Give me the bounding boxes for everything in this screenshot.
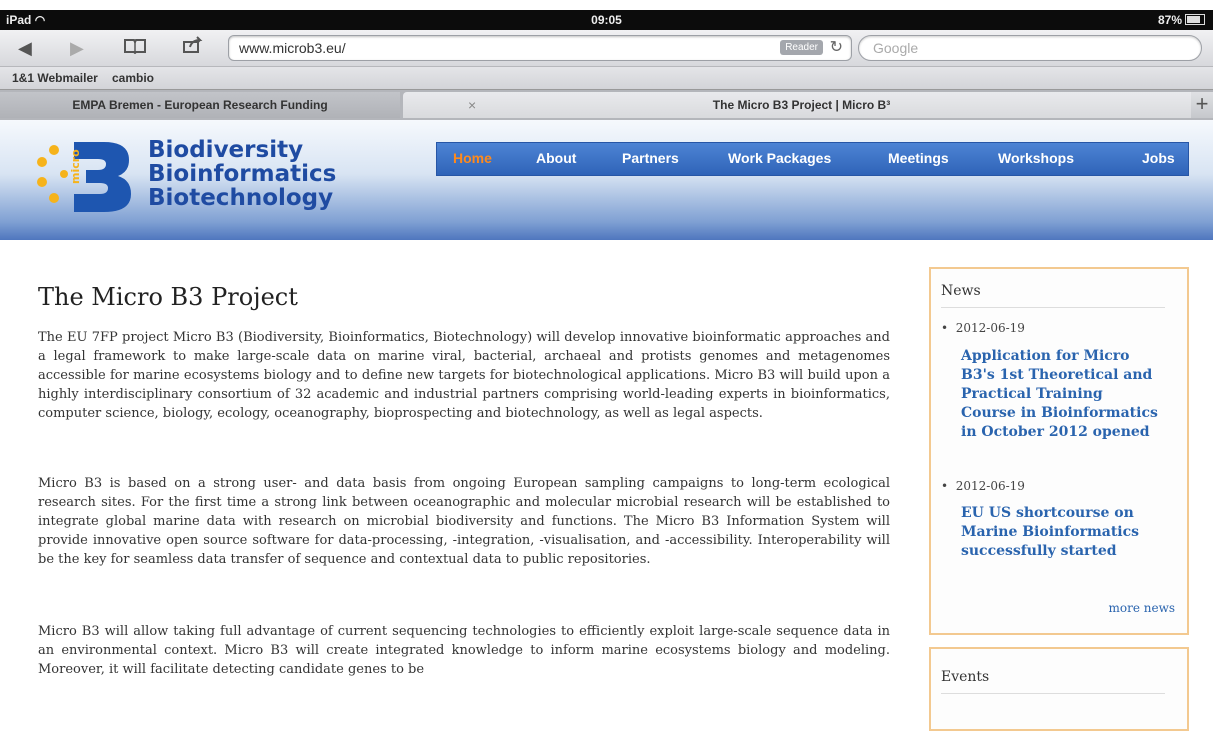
- reader-button[interactable]: Reader: [780, 40, 823, 55]
- battery-icon: [1185, 14, 1205, 25]
- page-title: The Micro B3 Project: [38, 283, 298, 311]
- top-cap: [0, 0, 1213, 10]
- events-box: Events: [929, 647, 1189, 731]
- nav-about[interactable]: About: [536, 150, 576, 166]
- events-title: Events: [941, 669, 990, 685]
- main-nav: Home About Partners Work Packages Meetin…: [436, 142, 1189, 176]
- new-tab-button[interactable]: +: [1191, 92, 1213, 118]
- site-header: micro Biodiversity Bioinformatics Biotec…: [0, 120, 1213, 240]
- back-arrow-icon[interactable]: ◀: [18, 36, 32, 60]
- page-content: The Micro B3 Project The EU 7FP project …: [0, 240, 1213, 731]
- nav-work-packages[interactable]: Work Packages: [728, 150, 831, 166]
- search-input[interactable]: Google: [858, 35, 1202, 61]
- nav-meetings[interactable]: Meetings: [888, 150, 949, 166]
- tab-empa[interactable]: EMPA Bremen - European Research Funding: [0, 92, 400, 118]
- news-divider: [941, 307, 1165, 308]
- more-news-link[interactable]: more news: [1108, 601, 1175, 615]
- intro-paragraph-3: Micro B3 will allow taking full advantag…: [38, 624, 890, 677]
- battery-label: 87%: [1157, 13, 1182, 27]
- events-divider: [941, 693, 1165, 694]
- forward-arrow-icon[interactable]: ▶: [70, 36, 84, 60]
- bookmark-webmailer[interactable]: 1&1 Webmailer: [12, 71, 98, 85]
- news-date-2: • 2012-06-19: [941, 479, 1025, 493]
- nav-partners[interactable]: Partners: [622, 150, 679, 166]
- status-bar: iPad ◠ 09:05 87%: [0, 10, 1213, 30]
- logo-micro-text: micro: [69, 149, 82, 184]
- nav-home[interactable]: Home: [453, 150, 492, 166]
- search-placeholder: Google: [873, 40, 919, 56]
- share-icon[interactable]: [182, 36, 204, 60]
- reload-icon[interactable]: ↻: [830, 37, 843, 57]
- browser-toolbar: ◀ ▶ www.microb3.eu/ Reader ↻ Google: [0, 30, 1213, 67]
- status-time: 09:05: [591, 13, 622, 27]
- status-battery: 87%: [1158, 13, 1205, 27]
- tab-microb3[interactable]: × The Micro B3 Project | Micro B³: [403, 92, 1200, 118]
- address-bar[interactable]: www.microb3.eu/ Reader ↻: [228, 35, 852, 61]
- url-text: www.microb3.eu/: [239, 40, 346, 56]
- tab-bar: EMPA Bremen - European Research Funding …: [0, 89, 1213, 120]
- news-date-1: • 2012-06-19: [941, 321, 1025, 335]
- close-tab-icon[interactable]: ×: [468, 92, 476, 118]
- logo-line-bioinformatics: Bioinformatics: [148, 161, 337, 187]
- news-title: News: [941, 283, 981, 299]
- news-box: News • 2012-06-19 Application for Micro …: [929, 267, 1189, 635]
- intro-paragraph-2: Micro B3 is based on a strong user- and …: [38, 476, 890, 567]
- nav-workshops[interactable]: Workshops: [998, 150, 1074, 166]
- tab-microb3-title: The Micro B3 Project | Micro B³: [712, 98, 891, 112]
- news-link-2[interactable]: EU US shortcourse on Marine Bioinformati…: [961, 504, 1161, 561]
- bookmarks-bar: 1&1 Webmailer cambio: [0, 67, 1213, 89]
- bookmark-cambio[interactable]: cambio: [112, 71, 154, 85]
- site-logo-text[interactable]: Biodiversity Bioinformatics Biotechnolog…: [148, 138, 336, 210]
- logo-line-biotechnology: Biotechnology: [148, 185, 334, 211]
- bookmarks-book-icon[interactable]: [124, 36, 146, 60]
- nav-jobs[interactable]: Jobs: [1142, 150, 1175, 166]
- micro-b3-logo-icon[interactable]: micro: [34, 134, 134, 218]
- news-link-1[interactable]: Application for Micro B3's 1st Theoretic…: [961, 347, 1161, 442]
- logo-line-biodiversity: Biodiversity: [148, 137, 304, 163]
- intro-paragraph-1: The EU 7FP project Micro B3 (Biodiversit…: [38, 330, 890, 421]
